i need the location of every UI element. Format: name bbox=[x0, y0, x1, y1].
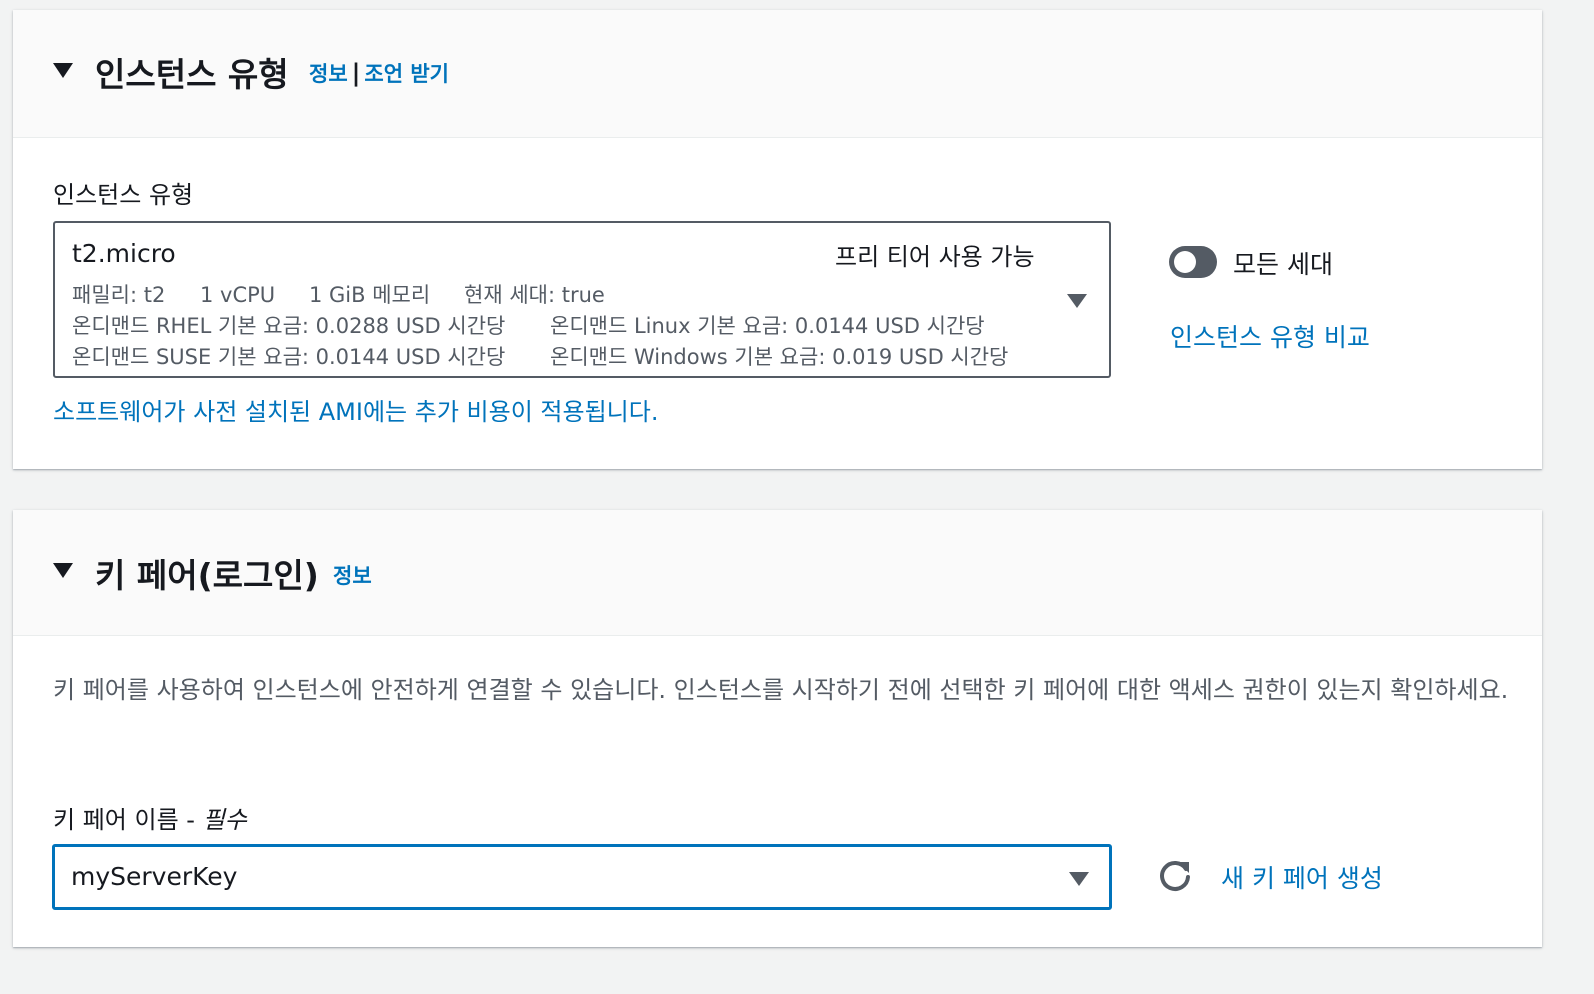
key-pair-header[interactable]: 키 페어(로그인) 정보 bbox=[13, 510, 1542, 636]
linux-price-text: 온디맨드 Linux 기본 요금: 0.0144 USD 시간당 bbox=[550, 314, 985, 338]
key-pair-title: 키 페어(로그인) bbox=[95, 556, 319, 595]
spec-line-2: 온디맨드 RHEL 기본 요금: 0.0288 USD 시간당 온디맨드 Linu… bbox=[72, 310, 985, 340]
advice-link[interactable]: 조언 받기 bbox=[364, 62, 449, 86]
selected-key-value: myServerKey bbox=[71, 862, 238, 891]
chevron-down-icon[interactable] bbox=[1069, 872, 1089, 886]
free-tier-badge: 프리 티어 사용 가능 bbox=[835, 243, 1035, 271]
suse-price-text: 온디맨드 SUSE 기본 요금: 0.0144 USD 시간당 bbox=[72, 345, 506, 369]
key-pair-label-text: 키 페어 이름 - bbox=[53, 806, 203, 834]
create-key-pair-link[interactable]: 새 키 페어 생성 bbox=[1221, 859, 1383, 895]
toggle-knob bbox=[1174, 251, 1196, 273]
info-link[interactable]: 정보 bbox=[333, 564, 372, 588]
windows-price-text: 온디맨드 Windows 기본 요금: 0.019 USD 시간당 bbox=[550, 345, 1009, 369]
instance-type-title: 인스턴스 유형 bbox=[95, 55, 289, 94]
link-separator: | bbox=[351, 59, 361, 87]
instance-type-header[interactable]: 인스턴스 유형 정보 | 조언 받기 bbox=[13, 10, 1542, 138]
ami-cost-note-link[interactable]: 소프트웨어가 사전 설치된 AMI에는 추가 비용이 적용됩니다. bbox=[53, 392, 658, 427]
spec-line-1: 패밀리: t2 1 vCPU 1 GiB 메모리 현재 세대: true bbox=[72, 279, 605, 309]
memory-text: 1 GiB 메모리 bbox=[309, 283, 431, 307]
spec-line-3: 온디맨드 SUSE 기본 요금: 0.0144 USD 시간당 온디맨드 Wind… bbox=[72, 341, 1008, 371]
vcpu-text: 1 vCPU bbox=[200, 283, 276, 307]
instance-type-field-label: 인스턴스 유형 bbox=[53, 181, 194, 209]
info-link[interactable]: 정보 bbox=[309, 62, 348, 86]
key-pair-description: 키 페어를 사용하여 인스턴스에 안전하게 연결할 수 있습니다. 인스턴스를 … bbox=[53, 676, 1509, 704]
current-gen-text: 현재 세대: true bbox=[464, 283, 605, 307]
instance-type-panel: 인스턴스 유형 정보 | 조언 받기 인스턴스 유형 t2.micro 프리 티어 … bbox=[13, 10, 1542, 469]
all-generations-toggle[interactable] bbox=[1169, 246, 1217, 278]
key-pair-panel: 키 페어(로그인) 정보 키 페어를 사용하여 인스턴스에 안전하게 연결할 수… bbox=[13, 510, 1542, 947]
key-pair-header-links: 정보 bbox=[333, 560, 372, 590]
refresh-icon[interactable] bbox=[1156, 858, 1194, 896]
family-text: 패밀리: t2 bbox=[72, 283, 166, 307]
collapse-caret-icon[interactable] bbox=[53, 63, 73, 78]
instance-type-select[interactable]: t2.micro 프리 티어 사용 가능 패밀리: t2 1 vCPU 1 GiB … bbox=[53, 221, 1111, 378]
chevron-down-icon[interactable] bbox=[1067, 294, 1087, 308]
all-generations-label: 모든 세대 bbox=[1233, 250, 1333, 279]
instance-type-header-links: 정보 | 조언 받기 bbox=[309, 58, 449, 88]
key-pair-select[interactable]: myServerKey bbox=[52, 844, 1112, 910]
rhel-price-text: 온디맨드 RHEL 기본 요금: 0.0288 USD 시간당 bbox=[72, 314, 506, 338]
instance-type-name: t2.micro bbox=[72, 239, 176, 268]
collapse-caret-icon[interactable] bbox=[53, 563, 73, 578]
compare-instance-types-link[interactable]: 인스턴스 유형 비교 bbox=[1170, 318, 1370, 354]
required-text: 필수 bbox=[202, 806, 247, 834]
key-pair-field-label: 키 페어 이름 - 필수 bbox=[53, 800, 247, 835]
